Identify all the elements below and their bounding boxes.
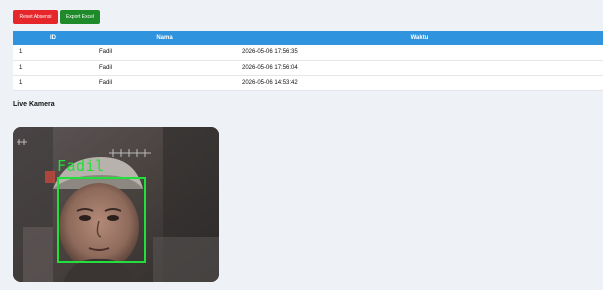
cell-id: 1 — [13, 45, 93, 61]
table-row: 1 Fadil 2026-05-06 17:56:04 — [13, 60, 603, 76]
reset-absensi-button[interactable]: Reset Absensi — [13, 10, 58, 24]
table-header-row: ID Nama Waktu — [13, 31, 603, 45]
cell-waktu: 2026-05-06 17:56:04 — [236, 60, 603, 76]
live-camera-feed: Fadil — [13, 127, 219, 282]
live-camera-title: Live Kamera — [13, 101, 55, 108]
face-detection-box — [57, 177, 146, 263]
column-header-id: ID — [13, 31, 93, 45]
export-excel-button[interactable]: Export Excel — [60, 10, 100, 24]
column-header-waktu: Waktu — [236, 31, 603, 45]
table-row: 1 Fadil 2026-05-06 17:56:35 — [13, 45, 603, 61]
detected-face-label: Fadil — [57, 157, 105, 175]
attendance-table: ID Nama Waktu 1 Fadil 2026-05-06 17:56:3… — [13, 31, 603, 91]
cell-waktu: 2026-05-06 17:56:35 — [236, 45, 603, 61]
cell-nama: Fadil — [93, 60, 236, 76]
table-row: 1 Fadil 2026-05-06 14:53:42 — [13, 75, 603, 91]
cell-nama: Fadil — [93, 45, 236, 61]
cell-nama: Fadil — [93, 75, 236, 91]
toolbar: Reset Absensi Export Excel — [13, 10, 100, 24]
column-header-nama: Nama — [93, 31, 236, 45]
cell-id: 1 — [13, 75, 93, 91]
cell-waktu: 2026-05-06 14:53:42 — [236, 75, 603, 91]
page: Reset Absensi Export Excel ID Nama Waktu… — [0, 0, 603, 290]
cell-id: 1 — [13, 60, 93, 76]
